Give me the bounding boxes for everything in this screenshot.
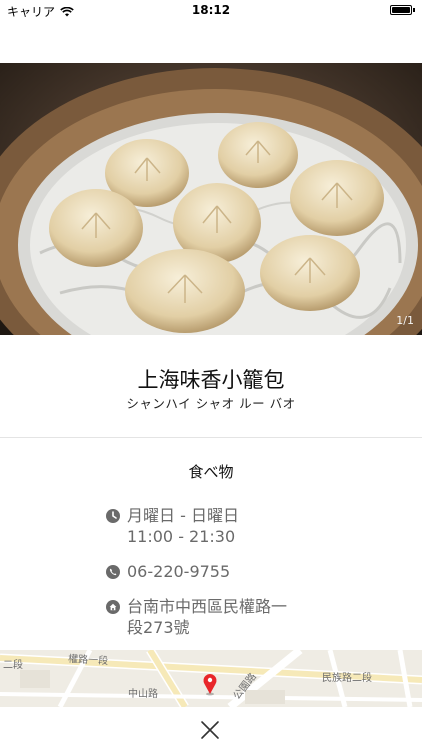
photo-counter: 1/1 (396, 314, 414, 327)
map-street-2: 中山路 (128, 687, 158, 700)
address-line-2: 段273號 (127, 618, 190, 637)
close-button[interactable] (197, 717, 223, 743)
map-street-3: 民族路二段 (322, 671, 372, 684)
status-time: 18:12 (191, 3, 231, 17)
address-row: 台南市中西區民權路一 段273號 (106, 596, 326, 638)
map-street-4: 二段 (3, 658, 23, 671)
status-bar: キャリア 18:12 (0, 0, 422, 22)
restaurant-reading: シャンハイ シャオ ルー バオ (126, 396, 296, 411)
phone-row[interactable]: 06-220-9755 (106, 561, 326, 582)
map-canvas: 權路一段 中山路 民族路二段 二段 公園路 (0, 650, 422, 707)
phone-icon (106, 565, 120, 579)
photo-viewer[interactable]: 1/1 (0, 63, 422, 335)
section-divider (0, 437, 422, 438)
bottom-bar (0, 707, 422, 750)
home-icon (106, 600, 120, 614)
restaurant-name: 上海味香小籠包 (137, 368, 285, 392)
restaurant-category: 食べ物 (188, 463, 234, 481)
hours-days: 月曜日 - 日曜日 (127, 506, 239, 525)
dumpling-photo (0, 63, 422, 335)
location-map[interactable]: 權路一段 中山路 民族路二段 二段 公園路 (0, 650, 422, 707)
hours-time: 11:00 - 21:30 (127, 527, 236, 546)
hours-row: 月曜日 - 日曜日 11:00 - 21:30 (106, 505, 326, 547)
close-icon (201, 721, 219, 739)
phone-number[interactable]: 06-220-9755 (127, 561, 230, 582)
battery-icon (390, 5, 415, 15)
clock-icon (106, 509, 120, 523)
address-line-1: 台南市中西區民權路一 (127, 597, 288, 616)
